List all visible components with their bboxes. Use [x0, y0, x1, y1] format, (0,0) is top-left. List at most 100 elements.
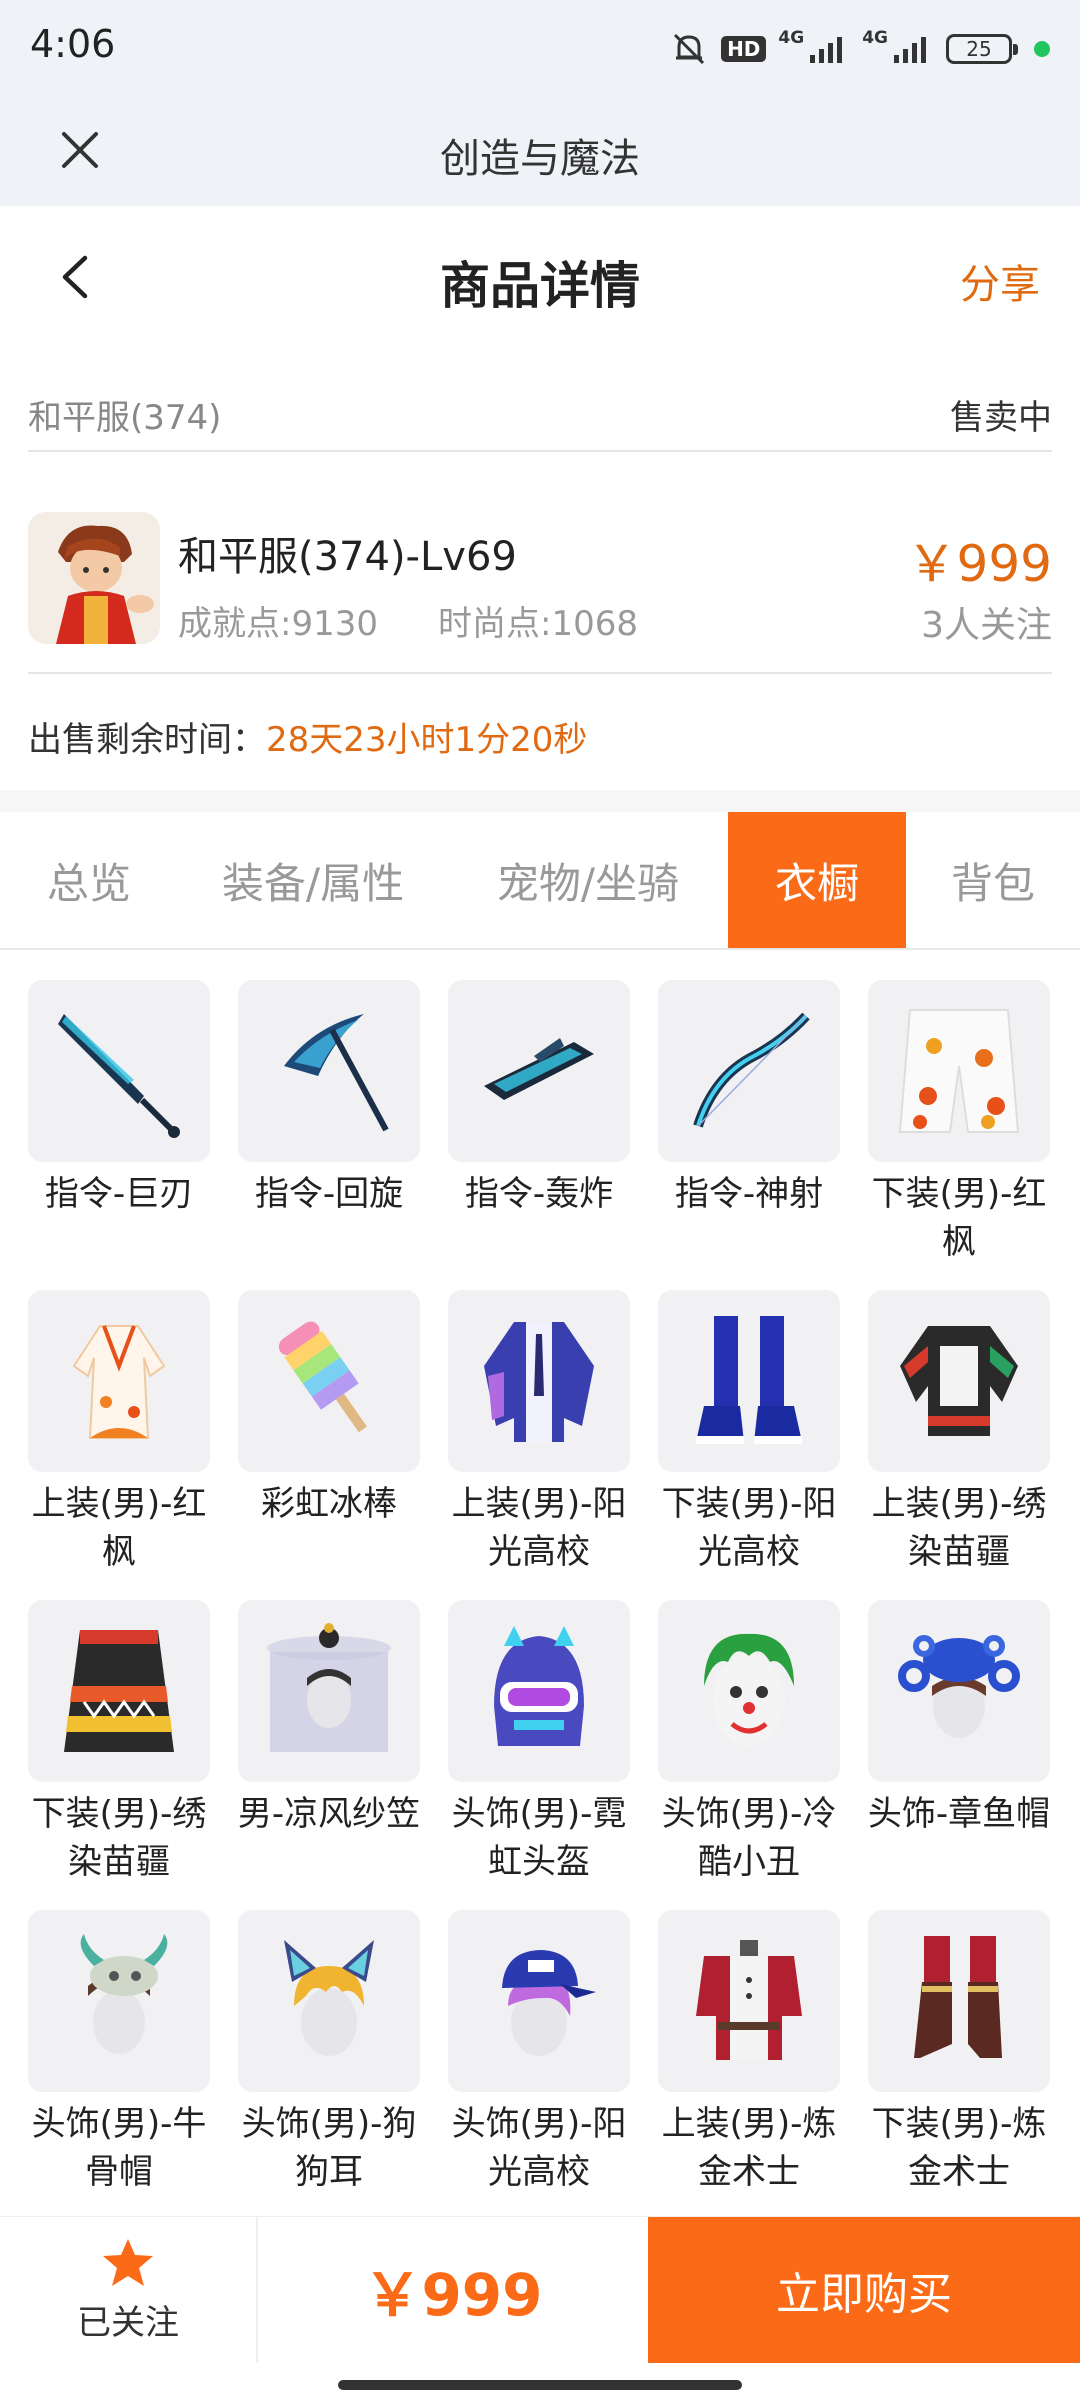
- school-jacket-icon: [448, 1290, 630, 1472]
- hd-badge: HD: [721, 36, 767, 62]
- bottom-price: ￥999: [363, 2261, 543, 2329]
- remaining-time-label: 出售剩余时间：: [28, 719, 266, 760]
- product-name: 和平服(374)-Lv69: [178, 534, 517, 580]
- server-name: 和平服(374): [28, 398, 222, 438]
- wardrobe-item[interactable]: 头饰(男)-冷酷小丑: [658, 1600, 840, 1910]
- detail-tabs: 总览 装备/属性 宠物/坐骑 衣橱 背包: [0, 812, 1080, 950]
- product-stats: 成就点:9130 时尚点:1068: [178, 596, 638, 645]
- item-name: 指令-巨刃: [44, 1174, 194, 1214]
- tab-wardrobe[interactable]: 衣橱: [728, 812, 906, 948]
- alchemist-top-icon: [658, 1910, 840, 2092]
- miao-top-icon: [868, 1290, 1050, 1472]
- battery-icon: 25: [946, 34, 1018, 64]
- watcher-count: 3人关注: [921, 605, 1052, 646]
- wardrobe-item[interactable]: 上装(男)-红枫: [28, 1290, 210, 1600]
- item-name: 头饰-章鱼帽: [867, 1794, 1051, 1834]
- page-header: 商品详情 分享: [0, 206, 1080, 348]
- remaining-time: 出售剩余时间： 28天23小时1分20秒: [28, 706, 587, 766]
- network-type-1: 4G: [778, 28, 805, 48]
- item-name: 上装(男)-绣染苗疆: [871, 1484, 1047, 1572]
- item-name: 上装(男)-阳光高校: [451, 1484, 627, 1572]
- rainbow-popsicle-icon: [238, 1290, 420, 1472]
- item-name: 下装(男)-炼金术士: [871, 2104, 1047, 2192]
- wardrobe-item[interactable]: 头饰(男)-霓虹头盔: [448, 1600, 630, 1910]
- item-name: 下装(男)-阳光高校: [661, 1484, 837, 1572]
- wardrobe-grid: 指令-巨刃 指令-回旋 指令-轰炸 指令-神射 下装(男)-红枫 上装(男)-红…: [28, 980, 1052, 2220]
- home-indicator[interactable]: [338, 2380, 742, 2390]
- item-name: 上装(男)-红枫: [31, 1484, 207, 1572]
- item-name: 上装(男)-炼金术士: [661, 2104, 837, 2192]
- item-name: 指令-神射: [674, 1174, 824, 1214]
- follow-label: 已关注: [77, 2302, 179, 2343]
- wardrobe-item[interactable]: 指令-巨刃: [28, 980, 210, 1290]
- bow-icon: [658, 980, 840, 1162]
- tab-overview[interactable]: 总览: [0, 812, 178, 948]
- wardrobe-item[interactable]: 指令-轰炸: [448, 980, 630, 1290]
- wardrobe-item[interactable]: 指令-神射: [658, 980, 840, 1290]
- clown-mask-icon: [658, 1600, 840, 1782]
- wardrobe-item[interactable]: 头饰-章鱼帽: [868, 1600, 1050, 1910]
- veil-hat-icon: [238, 1600, 420, 1782]
- wardrobe-item[interactable]: 上装(男)-炼金术士: [658, 1910, 840, 2220]
- remaining-time-value: 28天23小时1分20秒: [266, 719, 588, 760]
- web-title: 创造与魔法: [440, 136, 640, 182]
- bull-skull-hat-icon: [28, 1910, 210, 2092]
- follow-button[interactable]: 已关注: [0, 2217, 258, 2363]
- signal-icon: [810, 37, 843, 63]
- wardrobe-item[interactable]: 彩虹冰棒: [238, 1290, 420, 1600]
- tab-pets-mounts[interactable]: 宠物/坐骑: [448, 812, 728, 948]
- blade-icon: [28, 980, 210, 1162]
- wardrobe-item[interactable]: 下装(男)-红枫: [868, 980, 1050, 1290]
- item-name: 彩虹冰棒: [261, 1484, 397, 1524]
- alchemist-boots-icon: [868, 1910, 1050, 2092]
- item-name: 头饰(男)-阳光高校: [451, 2104, 627, 2192]
- star-icon: [103, 2238, 153, 2286]
- wardrobe-item[interactable]: 头饰(男)-阳光高校: [448, 1910, 630, 2220]
- share-button[interactable]: 分享: [960, 252, 1040, 310]
- buy-now-button[interactable]: 立即购买: [648, 2217, 1080, 2363]
- item-name: 头饰(男)-狗狗耳: [241, 2104, 417, 2192]
- item-name: 头饰(男)-霓虹头盔: [451, 1794, 627, 1882]
- fashion-points: 时尚点:1068: [437, 604, 638, 644]
- maple-robe-icon: [28, 1290, 210, 1472]
- tab-equipment[interactable]: 装备/属性: [178, 812, 448, 948]
- scythe-icon: [238, 980, 420, 1162]
- section-divider: [0, 790, 1080, 812]
- school-cap-icon: [448, 1910, 630, 2092]
- web-titlebar: 创造与魔法: [0, 96, 1080, 206]
- wardrobe-item[interactable]: 下装(男)-阳光高校: [658, 1290, 840, 1600]
- item-name: 下装(男)-绣染苗疆: [31, 1794, 207, 1882]
- wardrobe-item[interactable]: 上装(男)-绣染苗疆: [868, 1290, 1050, 1600]
- wardrobe-item[interactable]: 头饰(男)-牛骨帽: [28, 1910, 210, 2220]
- dog-ears-icon: [238, 1910, 420, 2092]
- status-icons: HD 4G 4G 25: [669, 28, 1050, 70]
- wardrobe-item[interactable]: 下装(男)-绣染苗疆: [28, 1600, 210, 1910]
- wardrobe-item[interactable]: 上装(男)-阳光高校: [448, 1290, 630, 1600]
- item-name: 指令-轰炸: [464, 1174, 614, 1214]
- maple-shorts-icon: [868, 980, 1050, 1162]
- neon-helmet-icon: [448, 1600, 630, 1782]
- wardrobe-item[interactable]: 下装(男)-炼金术士: [868, 1910, 1050, 2220]
- wardrobe-item[interactable]: 头饰(男)-狗狗耳: [238, 1910, 420, 2220]
- bottom-action-bar: 已关注 ￥999 立即购买: [0, 2216, 1080, 2363]
- item-name: 头饰(男)-冷酷小丑: [661, 1794, 837, 1882]
- product-price: ￥999: [906, 535, 1052, 593]
- bomber-icon: [448, 980, 630, 1162]
- status-bar: 4:06 HD 4G 4G 25: [0, 0, 1080, 96]
- network-type-2: 4G: [862, 28, 888, 48]
- signal-icon: [894, 37, 926, 63]
- battery-level: 25: [966, 37, 992, 61]
- sale-status: 售卖中: [950, 398, 1052, 438]
- character-avatar: [28, 512, 160, 644]
- wardrobe-item[interactable]: 指令-回旋: [238, 980, 420, 1290]
- item-name: 指令-回旋: [254, 1174, 404, 1214]
- item-name: 头饰(男)-牛骨帽: [31, 2104, 207, 2192]
- server-row: 和平服(374) 售卖中: [28, 372, 1052, 452]
- status-time: 4:06: [30, 22, 116, 66]
- miao-skirt-icon: [28, 1600, 210, 1782]
- mute-bell-icon: [674, 33, 705, 65]
- wardrobe-item[interactable]: 男-凉风纱笠: [238, 1600, 420, 1910]
- page-title: 商品详情: [440, 257, 640, 315]
- achievement-points: 成就点:9130: [178, 604, 378, 644]
- tab-backpack[interactable]: 背包: [906, 812, 1080, 948]
